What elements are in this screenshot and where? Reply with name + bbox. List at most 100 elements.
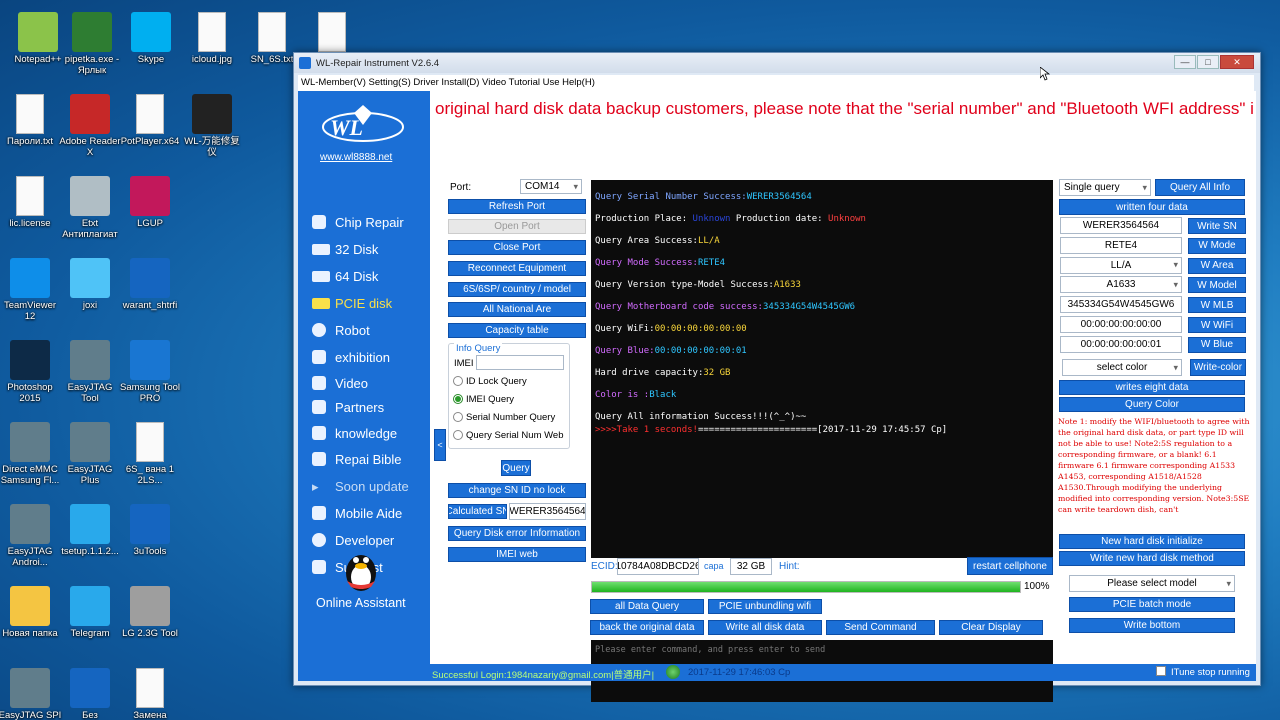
itune-checkbox[interactable] [1156,666,1166,676]
w-wifi-button[interactable]: W WiFi [1188,317,1246,333]
write-new-disk-button[interactable]: Write new hard disk method [1059,551,1245,566]
desktop-icon[interactable]: Новая папка [0,586,62,639]
port-select[interactable]: COM14 [520,179,582,194]
clear-display-button[interactable]: Clear Display [939,620,1043,635]
desktop-icon[interactable]: EasyJTAG Plus [58,422,122,486]
desktop-icon[interactable]: 6S_ вана 1 2LS... [118,422,182,486]
desktop-icon[interactable]: tsetup.1.1.2... [58,504,122,557]
reconnect-equipment-button[interactable]: Reconnect Equipment [448,261,586,276]
close-button[interactable]: ✕ [1220,55,1254,69]
query-option[interactable]: Query Serial Num Web [453,430,564,441]
sidebar-item-64-disk[interactable]: 64 Disk [312,265,378,287]
query-option[interactable]: IMEI Query [453,394,514,405]
desktop-icon[interactable]: pipetka.exe - Ярлык [60,12,124,76]
sidebar-item-32-disk[interactable]: 32 Disk [312,238,378,260]
device-field[interactable]: WERER3564564 [1060,217,1182,234]
capacity-table-button[interactable]: Capacity table [448,323,586,338]
query-option[interactable]: Serial Number Query [453,412,555,423]
desktop-icon[interactable]: icloud.jpg [180,12,244,65]
written-four-data-button[interactable]: written four data [1059,199,1245,215]
query-all-info-button[interactable]: Query All Info [1155,179,1245,196]
write-bottom-button[interactable]: Write bottom [1069,618,1235,633]
send-command-button[interactable]: Send Command [826,620,935,635]
refresh-port-button[interactable]: Refresh Port [448,199,586,214]
back-the-original-data-button[interactable]: back the original data [590,620,704,635]
sidebar-item-soon-update[interactable]: ▸ Soon update [312,475,409,497]
title-bar[interactable]: WL-Repair Instrument V2.6.4 [294,53,1260,73]
desktop-icon[interactable]: EasyJTAG Androi... [0,504,62,568]
desktop-icon[interactable]: Direct eMMC Samsung Fl... [0,422,62,486]
pcie-batch-mode-button[interactable]: PCIE batch mode [1069,597,1235,612]
desktop-icon[interactable]: LGUP [118,176,182,229]
w-model-button[interactable]: W Model [1188,277,1246,294]
sidebar-item-chip-repair[interactable]: Chip Repair [312,211,404,233]
calculated-sn-field[interactable]: WERER3564564 [509,503,586,520]
select-color-dropdown[interactable]: select color [1062,359,1182,376]
w-mlb-button[interactable]: W MLB [1188,297,1246,314]
desktop-icon[interactable]: Photoshop 2015 [0,340,62,404]
desktop-icon[interactable]: Telegram [58,586,122,639]
imei-web-button[interactable]: IMEI web [448,547,586,562]
calculated-sn-button[interactable]: Calculated SN [448,504,507,519]
desktop-icon[interactable]: EasyJTAG Tool [58,340,122,404]
device-field[interactable]: RETE4 [1060,236,1182,254]
desktop-icon[interactable]: TeamViewer 12 [0,258,62,322]
menu-bar[interactable]: WL-Member(V) Setting(S) Driver Install(D… [298,75,1254,91]
online-assistant-link[interactable]: Online Assistant [316,596,406,610]
desktop-icon[interactable]: Замена [118,668,182,720]
desktop-icon[interactable]: Etxt Антиплагиат [58,176,122,240]
minimize-button[interactable]: — [1174,55,1196,69]
radio-button[interactable] [453,376,463,387]
disk-error-button[interactable]: Query Disk error Information [448,526,586,541]
open-port-button[interactable]: Open Port [448,219,586,234]
imei-input[interactable] [476,355,564,370]
write-sn-button[interactable]: Write SN [1188,218,1246,234]
device-field[interactable]: 00:00:00:00:00:00 [1060,316,1182,333]
sidebar-item-mobile-aide[interactable]: Mobile Aide [312,502,402,524]
desktop-icon[interactable]: EasyJTAG SPI [0,668,62,720]
device-field[interactable]: 345334G54W4545GW6 [1060,296,1182,314]
sidebar-item-developer[interactable]: Developer [312,529,394,551]
desktop-icon[interactable]: Samsung Tool PRO [118,340,182,404]
restart-cellphone-button[interactable]: restart cellphone [967,557,1053,575]
sidebar-item-robot[interactable]: Robot [312,319,370,341]
w-blue-button[interactable]: W Blue [1188,336,1246,353]
query-button[interactable]: Query [501,460,531,476]
desktop-icon[interactable]: lic.license [0,176,62,229]
write-color-button[interactable]: Write-color [1190,359,1246,376]
radio-button[interactable] [453,394,463,405]
w-area-button[interactable]: W Area [1188,257,1246,274]
sidebar-item-partners[interactable]: Partners [312,396,384,418]
change-sn-button[interactable]: change SN ID no lock [448,483,586,498]
desktop-icon[interactable]: Skype [119,12,183,65]
model-select[interactable]: Please select model [1069,575,1235,592]
sidebar-item-knowledge[interactable]: knowledge [312,422,397,444]
desktop-icon[interactable]: PotPlayer.x64 [118,94,182,147]
maximize-button[interactable]: □ [1197,55,1219,69]
radio-button[interactable] [453,412,463,423]
desktop-icon[interactable]: Пароли.txt [0,94,62,147]
query-option[interactable]: ID Lock Query [453,376,527,387]
pcie-unbundling-wifi-button[interactable]: PCIE unbundling wifi [708,599,822,614]
new-disk-initialize-button[interactable]: New hard disk initialize [1059,534,1245,549]
device-field[interactable]: A1633 [1060,276,1182,294]
desktop-icon[interactable]: 3uTools [118,504,182,557]
sidebar-item-pcie-disk[interactable]: PCIE disk [312,292,392,314]
desktop-icon[interactable]: WL-万能修复仪 [180,94,244,158]
close-port-button[interactable]: Close Port [448,240,586,255]
all-data-query-button[interactable]: all Data Query [590,599,704,614]
query-mode-select[interactable]: Single query [1059,179,1151,196]
desktop-icon[interactable] [300,12,364,54]
query-color-button[interactable]: Query Color [1059,397,1245,412]
desktop-icon[interactable]: Adobe Reader X [58,94,122,158]
desktop-icon[interactable]: Без [58,668,122,720]
sidebar-item-repai-bible[interactable]: Repai Bible [312,448,402,470]
writes-eight-data-button[interactable]: writes eight data [1059,380,1245,395]
desktop-icon[interactable]: warant_shtrfi [118,258,182,311]
device-field[interactable]: 00:00:00:00:00:01 [1060,335,1182,353]
site-url[interactable]: www.wl8888.net [320,152,392,163]
ecid-field[interactable]: 10784A08DBCD26 [617,558,699,575]
capacity-field[interactable]: 32 GB [730,558,772,575]
all-national-are-button[interactable]: All National Are [448,302,586,317]
sidebar-item-exhibition[interactable]: exhibition [312,346,390,368]
